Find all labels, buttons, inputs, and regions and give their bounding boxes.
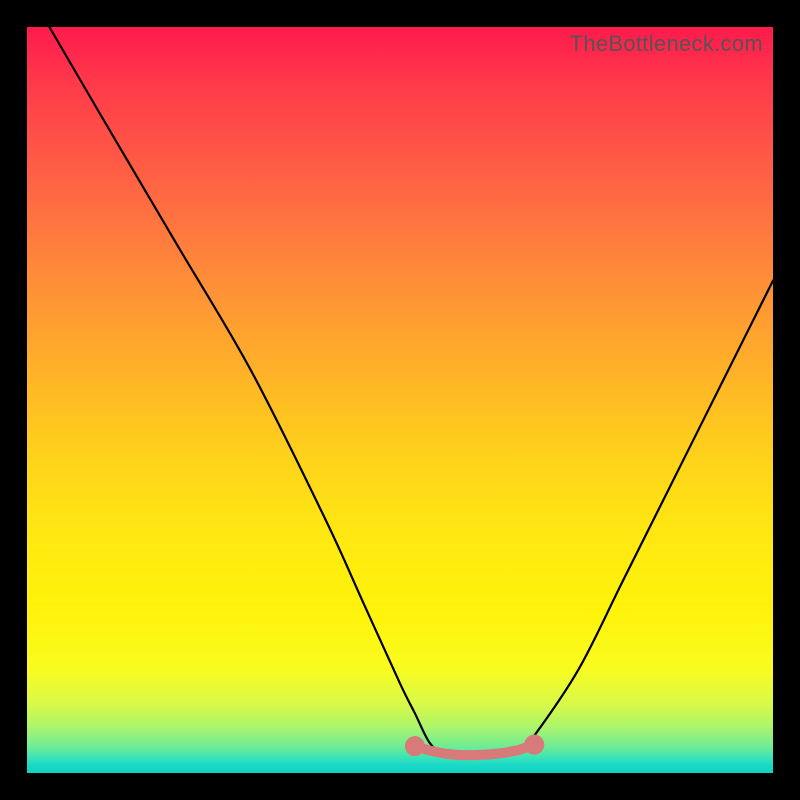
watermark-text: TheBottleneck.com: [570, 31, 763, 57]
chart-frame: TheBottleneck.com: [0, 0, 800, 800]
optimal-band-marker: [409, 739, 540, 755]
optimal-band-endpoint: [409, 740, 421, 752]
bottleneck-curve: [49, 27, 773, 758]
gradient-plot-area: TheBottleneck.com: [27, 27, 773, 773]
curve-line: [49, 27, 773, 758]
chart-svg: [27, 27, 773, 773]
optimal-band-endpoint: [528, 739, 540, 751]
optimal-band-line: [415, 745, 534, 755]
